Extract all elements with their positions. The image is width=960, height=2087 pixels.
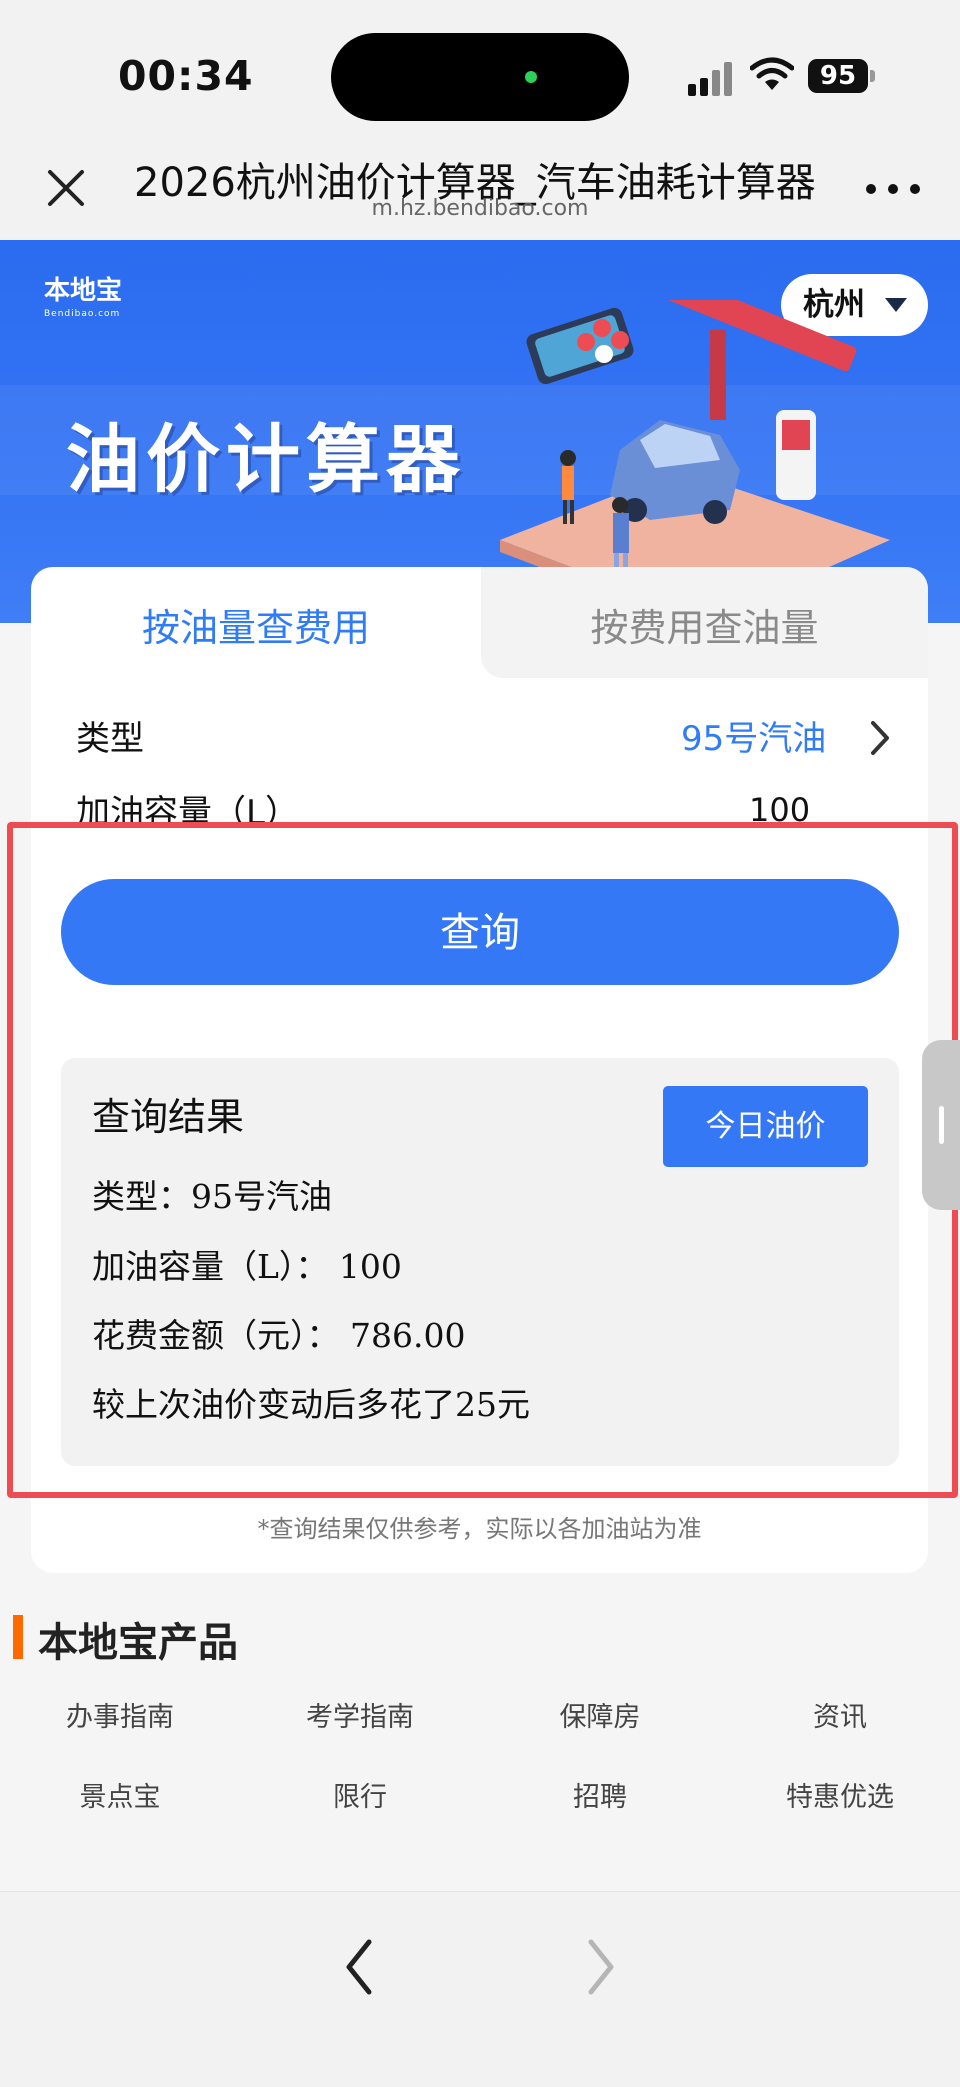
- product-item[interactable]: 考学指南: [240, 1695, 480, 1734]
- battery-icon: 95: [808, 59, 868, 93]
- cellular-signal-icon: [688, 60, 736, 96]
- section-accent-bar: [13, 1615, 23, 1659]
- product-item[interactable]: 资讯: [720, 1695, 960, 1734]
- page-url: m.hz.bendibao.com: [371, 196, 589, 221]
- chevron-right-icon[interactable]: [863, 719, 897, 757]
- back-arrow-icon[interactable]: [335, 1932, 385, 2002]
- dynamic-island: [331, 33, 629, 121]
- more-icon[interactable]: [866, 180, 922, 200]
- banner-title: 油价计算器: [66, 417, 466, 503]
- logo-text: 本地宝: [44, 276, 123, 306]
- wifi-icon: [750, 57, 794, 90]
- highlight-box: [7, 822, 958, 1498]
- camera-indicator-icon: [525, 71, 537, 83]
- bottom-nav: [0, 1891, 960, 2087]
- product-item[interactable]: 景点宝: [0, 1775, 240, 1814]
- tab-by-cost[interactable]: 按费用查油量: [481, 597, 928, 652]
- product-item[interactable]: 办事指南: [0, 1695, 240, 1734]
- status-time: 00:34: [118, 52, 254, 100]
- logo-subtext: Bendibao.com: [44, 309, 121, 319]
- browser-header: 2026杭州油价计算器_汽车油耗计算器 m.hz.bendibao.com: [0, 150, 960, 240]
- banner: 本地宝 Bendibao.com 油价计算器 杭州: [0, 240, 960, 623]
- tab-by-volume[interactable]: 按油量查费用: [31, 597, 481, 652]
- forward-arrow-icon[interactable]: [575, 1932, 625, 2002]
- status-bar: 00:34 95: [0, 0, 960, 150]
- battery-tip: [870, 70, 875, 82]
- tab-bar: 按油量查费用 按费用查油量: [31, 567, 928, 678]
- bendibao-logo[interactable]: 本地宝 Bendibao.com: [44, 270, 122, 319]
- products-title: 本地宝产品: [38, 1620, 238, 1666]
- product-item[interactable]: 保障房: [480, 1695, 720, 1734]
- type-value[interactable]: 95号汽油: [681, 711, 826, 760]
- product-item[interactable]: 招聘: [480, 1775, 720, 1814]
- disclaimer: *查询结果仅供参考，实际以各加油站为准: [257, 1515, 702, 1543]
- product-item[interactable]: 限行: [240, 1775, 480, 1814]
- product-item[interactable]: 特惠优选: [720, 1775, 960, 1814]
- scroll-handle[interactable]: [922, 1040, 960, 1210]
- type-label: 类型: [76, 719, 144, 759]
